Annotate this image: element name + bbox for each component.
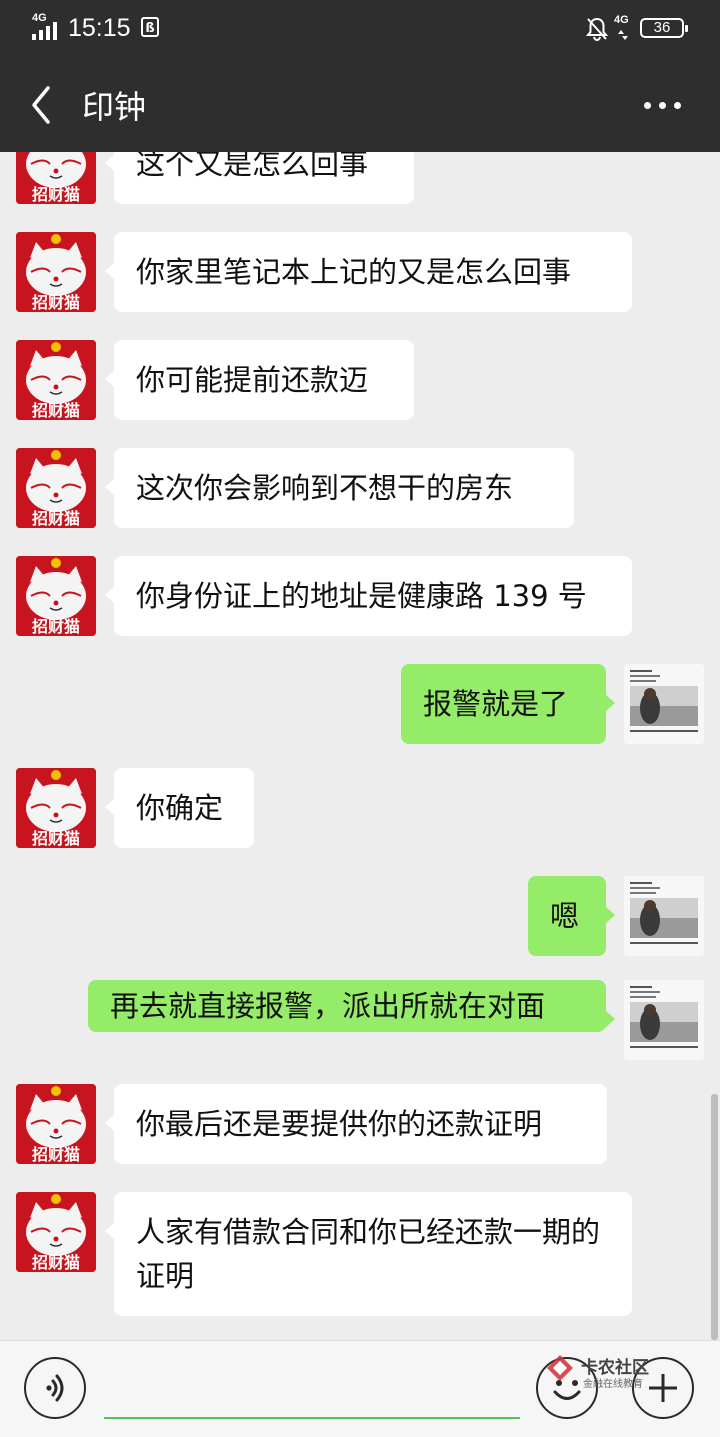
more-dots-icon[interactable] (640, 88, 686, 118)
watermark-sub: 金融在线教育 (583, 1379, 643, 1390)
message-row: 报警就是了 (0, 664, 720, 744)
contact-avatar[interactable]: 招财猫 (16, 448, 96, 528)
outgoing-message-bubble[interactable]: 再去就直接报警，派出所就在对面 (88, 980, 615, 1032)
scrollbar[interactable] (711, 1094, 718, 1340)
network-type-right: 4G (614, 14, 629, 26)
status-bar: 4G 15:15 ß 4G 36 (0, 0, 720, 58)
message-row: 招财猫 人家有借款合同和你已经还款一期的证明 (0, 1192, 720, 1316)
svg-text:招财猫: 招财猫 (32, 509, 80, 528)
mute-bell-icon (585, 17, 609, 42)
incoming-message-bubble[interactable]: 你最后还是要提供你的还款证明 (105, 1084, 607, 1164)
my-avatar[interactable] (624, 664, 704, 744)
incoming-message-bubble[interactable]: 你确定 (105, 768, 254, 848)
my-avatar[interactable] (624, 980, 704, 1060)
my-avatar[interactable] (624, 876, 704, 956)
chat-title: 印钟 (82, 88, 147, 126)
svg-text:招财猫: 招财猫 (32, 829, 80, 848)
svg-text:招财猫: 招财猫 (32, 1145, 80, 1164)
signal-icon (32, 22, 62, 40)
input-bar: 卡农社区 金融在线教育 (0, 1340, 720, 1437)
message-row: 再去就直接报警，派出所就在对面 (0, 980, 720, 1060)
contact-avatar[interactable]: 招财猫 (16, 768, 96, 848)
chat-header: 印钟 (0, 58, 720, 152)
message-row: 招财猫 你确定 (0, 768, 720, 848)
contact-avatar[interactable]: 招财猫 (16, 232, 96, 312)
status-time: 15:15 (68, 14, 131, 42)
message-list[interactable]: 招财猫 这个又是怎么回事 招财猫 你家里笔记本上记的又是怎么回事 招财猫 你可能… (0, 152, 720, 1340)
svg-text:招财猫: 招财猫 (32, 185, 80, 204)
svg-text:招财猫: 招财猫 (32, 401, 80, 420)
incoming-message-bubble[interactable]: 你可能提前还款迈 (105, 340, 414, 420)
watermark: 卡农社区 金融在线教育 (543, 1349, 663, 1390)
message-row: 招财猫 你身份证上的地址是健康路 139 号 (0, 556, 720, 636)
message-row: 嗯 (0, 876, 720, 956)
contact-avatar[interactable]: 招财猫 (16, 1192, 96, 1272)
voice-button[interactable] (24, 1357, 86, 1419)
message-row: 招财猫 你可能提前还款迈 (0, 340, 720, 420)
contact-avatar[interactable]: 招财猫 (16, 152, 96, 204)
outgoing-message-bubble[interactable]: 报警就是了 (401, 664, 615, 744)
back-arrow-icon[interactable] (26, 82, 66, 128)
contact-avatar[interactable]: 招财猫 (16, 340, 96, 420)
sim-icon: ß (141, 17, 159, 37)
incoming-message-bubble[interactable]: 你家里笔记本上记的又是怎么回事 (105, 232, 632, 312)
contact-avatar[interactable]: 招财猫 (16, 556, 96, 636)
incoming-message-bubble[interactable]: 这次你会影响到不想干的房东 (105, 448, 574, 528)
message-input[interactable] (104, 1417, 520, 1419)
svg-text:招财猫: 招财猫 (32, 1253, 80, 1272)
incoming-message-bubble[interactable]: 你身份证上的地址是健康路 139 号 (105, 556, 632, 636)
message-row: 招财猫 你家里笔记本上记的又是怎么回事 (0, 232, 720, 312)
incoming-message-bubble[interactable]: 人家有借款合同和你已经还款一期的证明 (105, 1192, 632, 1316)
incoming-message-bubble[interactable]: 这个又是怎么回事 (105, 152, 414, 204)
battery-level: 36 (653, 19, 671, 36)
battery-icon: 36 (640, 18, 688, 38)
svg-text:招财猫: 招财猫 (32, 293, 80, 312)
contact-avatar[interactable]: 招财猫 (16, 1084, 96, 1164)
message-row: 招财猫 这个又是怎么回事 (0, 152, 720, 204)
svg-text:招财猫: 招财猫 (32, 617, 80, 636)
watermark-logo-icon (547, 1355, 573, 1381)
outgoing-message-bubble[interactable]: 嗯 (528, 876, 615, 956)
data-arrows-icon (618, 30, 628, 40)
message-row: 招财猫 这次你会影响到不想干的房东 (0, 448, 720, 528)
voice-icon (46, 1374, 64, 1402)
message-row: 招财猫 你最后还是要提供你的还款证明 (0, 1084, 720, 1164)
